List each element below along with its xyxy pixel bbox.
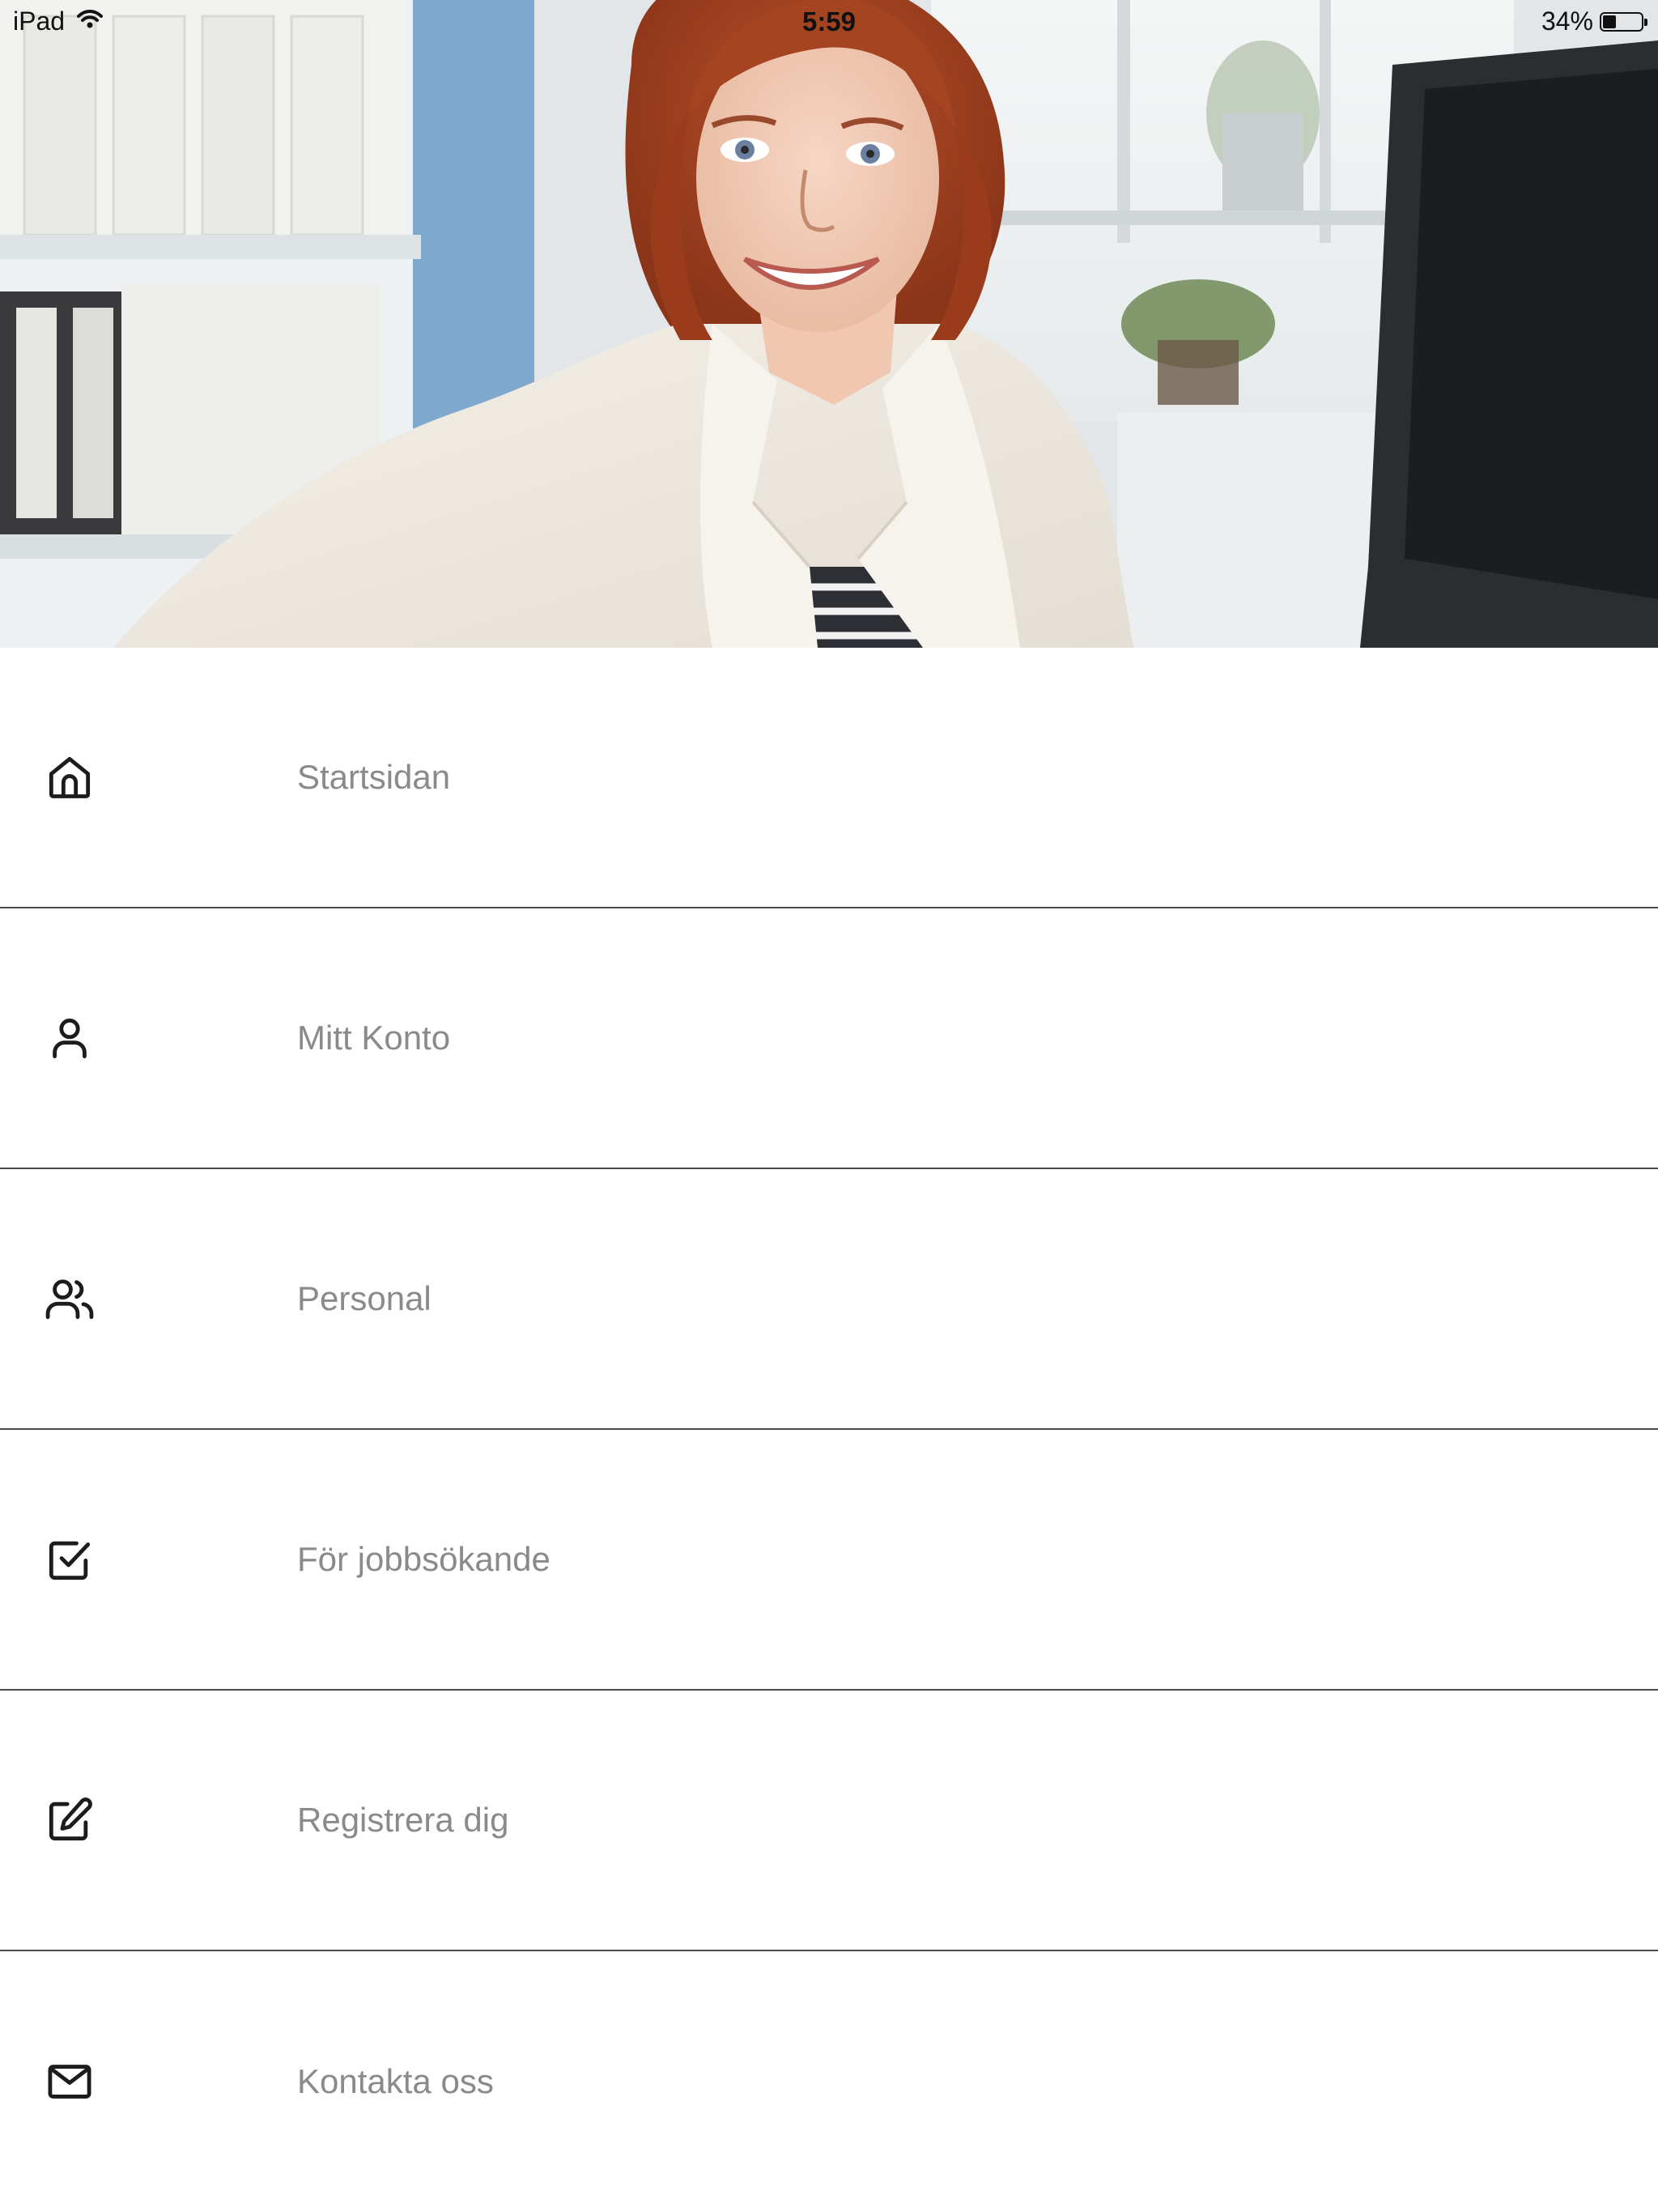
- mail-icon: [42, 2054, 97, 2109]
- status-bar-right: 34%: [1541, 6, 1647, 36]
- app-screen: iPad 5:59 34% Startsidan Mitt Konto Pers…: [0, 0, 1658, 2212]
- menu-item-for-jobbsokande[interactable]: För jobbsökande: [0, 1430, 1658, 1691]
- menu-item-label: Kontakta oss: [297, 2062, 494, 2100]
- battery-icon: [1600, 11, 1647, 32]
- users-icon: [42, 1271, 97, 1326]
- menu-item-label: Mitt Konto: [297, 1019, 451, 1057]
- user-icon: [42, 1010, 97, 1066]
- battery-level: [1603, 15, 1616, 28]
- status-bar: iPad 5:59 34%: [0, 0, 1658, 45]
- menu-item-startsidan[interactable]: Startsidan: [0, 648, 1658, 908]
- check-square-icon: [42, 1532, 97, 1587]
- main-menu: Startsidan Mitt Konto Personal För jobbs…: [0, 648, 1658, 2212]
- battery-percent: 34%: [1541, 6, 1593, 36]
- hero-photo: [0, 0, 1658, 648]
- menu-item-personal[interactable]: Personal: [0, 1169, 1658, 1430]
- home-icon: [42, 750, 97, 805]
- menu-item-registrera-dig[interactable]: Registrera dig: [0, 1691, 1658, 1951]
- menu-item-label: För jobbsökande: [297, 1540, 551, 1578]
- menu-item-label: Personal: [297, 1279, 432, 1317]
- edit-icon: [42, 1793, 97, 1848]
- menu-item-label: Startsidan: [297, 758, 451, 796]
- status-time: 5:59: [801, 6, 857, 36]
- menu-item-kontakta-oss[interactable]: Kontakta oss: [0, 1951, 1658, 2212]
- menu-item-mitt-konto[interactable]: Mitt Konto: [0, 908, 1658, 1169]
- menu-item-label: Registrera dig: [297, 1801, 509, 1839]
